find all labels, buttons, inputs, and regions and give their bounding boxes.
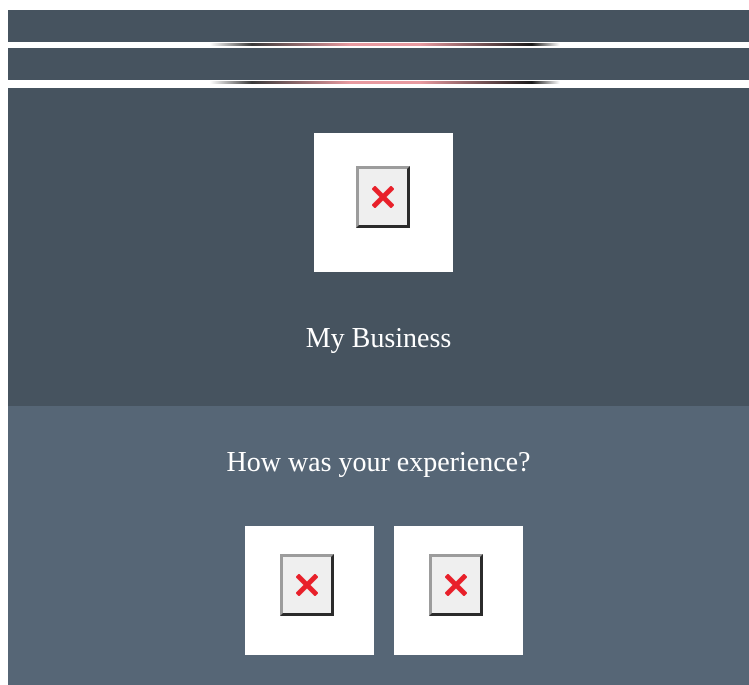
top-banner-bar [8,10,749,42]
red-x-icon [445,574,467,596]
broken-image-icon [356,166,410,228]
divider-line [210,43,560,46]
rating-option-negative[interactable] [394,526,523,655]
red-x-icon [296,574,318,596]
business-header: My Business [8,88,749,406]
feedback-section: How was your experience? [8,406,749,685]
business-name: My Business [305,323,452,354]
rating-option-positive[interactable] [245,526,374,655]
feedback-question: How was your experience? [226,447,531,478]
business-logo [314,133,453,272]
divider-line [210,81,560,84]
broken-image-icon [429,554,483,616]
top-banner-bar [8,48,749,80]
broken-image-icon [280,554,334,616]
red-x-icon [372,186,394,208]
